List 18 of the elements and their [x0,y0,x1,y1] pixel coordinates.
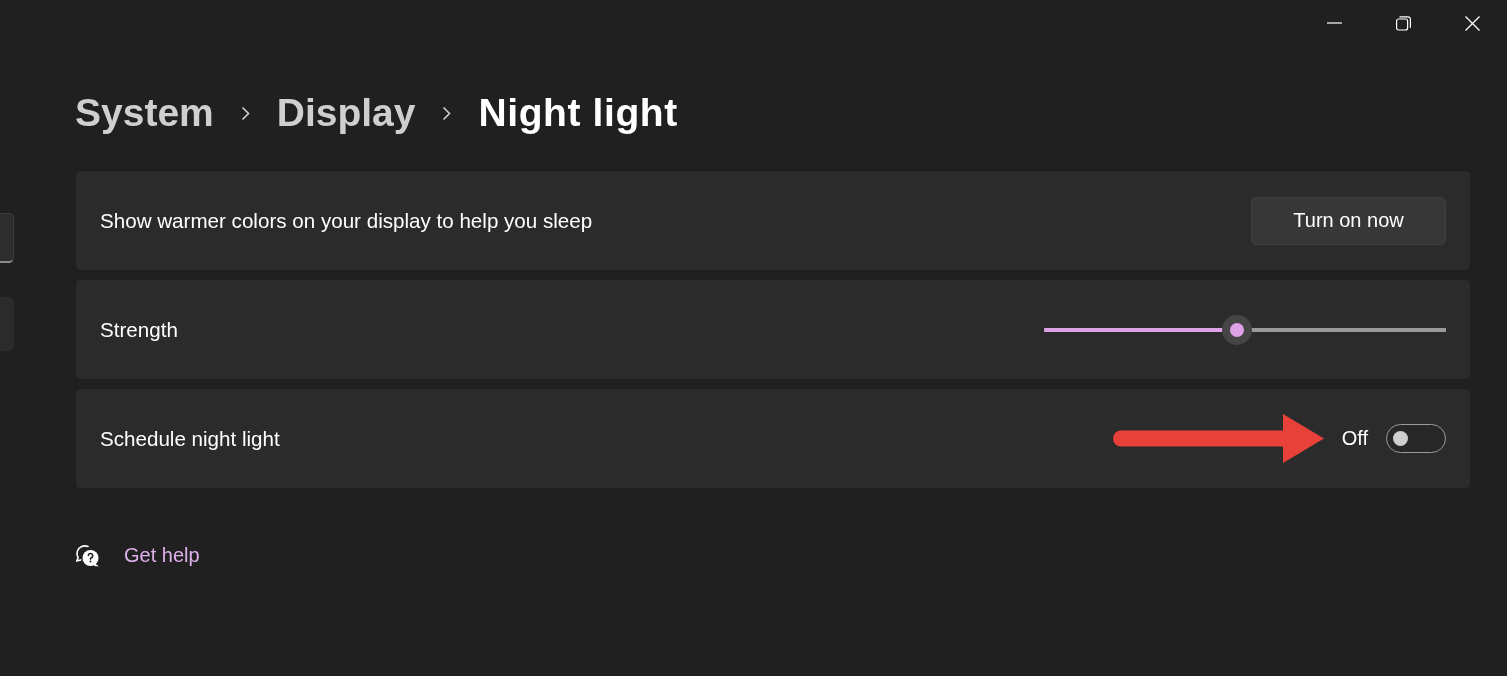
chevron-icon [442,105,452,121]
search-field[interactable] [0,213,14,263]
help-icon [75,542,100,568]
breadcrumb-link[interactable]: Display [276,91,416,135]
minimize-icon [1327,22,1342,24]
setting-label: Show warmer colors on your display to help you sleep [100,208,593,233]
setting-label: Schedule night light [100,426,280,451]
close-icon [1465,15,1480,31]
toggle-state-label: Off [1341,427,1368,450]
page-title: Night light [478,91,678,135]
schedule-toggle[interactable] [1386,424,1446,453]
breadcrumb-link[interactable]: System [75,91,214,135]
restore-icon [1396,15,1411,31]
get-help-link[interactable]: Get help [124,543,200,567]
slider-thumb[interactable] [1221,314,1252,345]
chevron-icon [240,105,250,121]
setting-label: Strength [100,317,178,342]
turn-on-button[interactable]: Turn on now [1251,196,1446,245]
